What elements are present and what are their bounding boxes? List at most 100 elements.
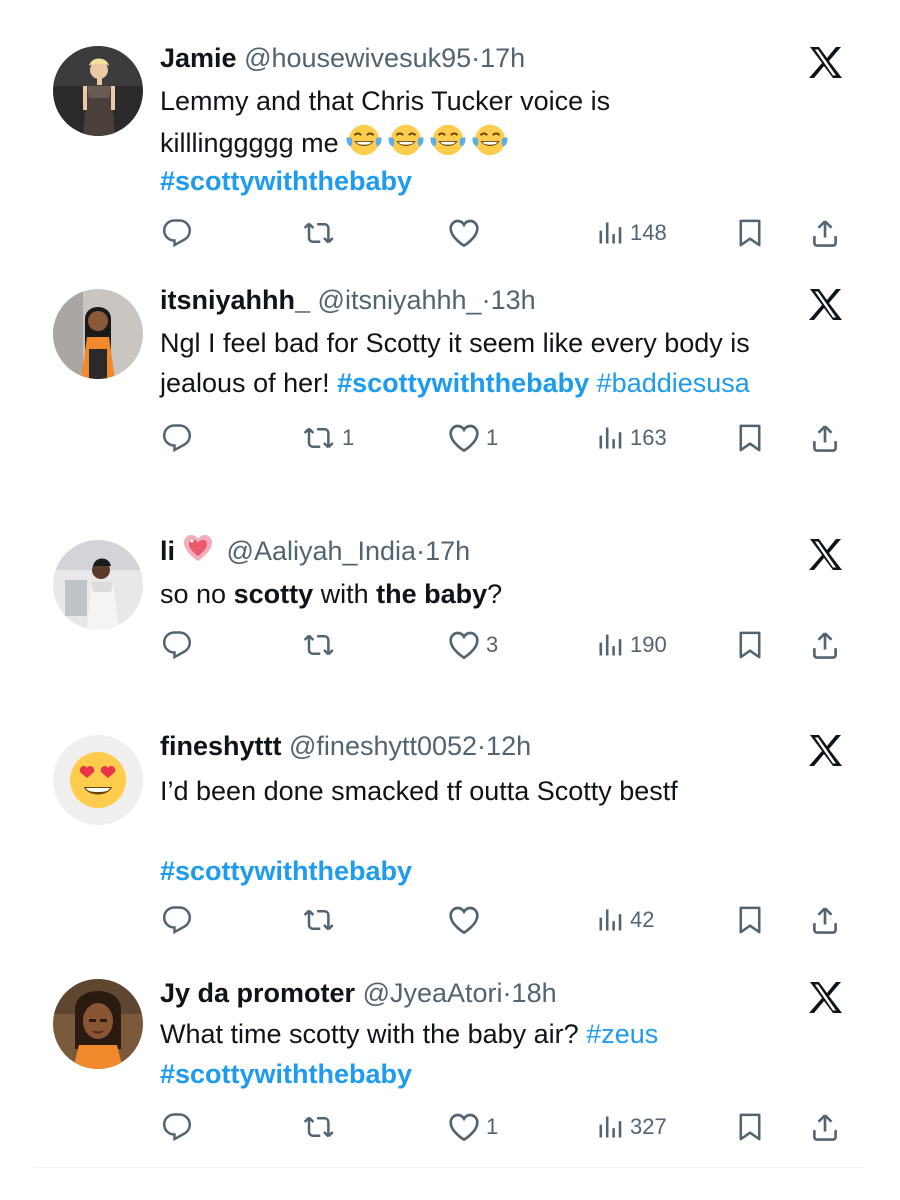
timestamp[interactable]: 12h	[486, 731, 531, 761]
tweet-header: li @Aaliyah_India·17h	[160, 532, 470, 568]
heart-icon	[448, 1112, 480, 1142]
reply-icon	[162, 1112, 192, 1142]
like-button[interactable]: 3	[448, 625, 498, 665]
tweet-text-line: #scottywiththebaby	[160, 851, 860, 891]
timestamp[interactable]: 17h	[425, 536, 470, 566]
share-button[interactable]	[810, 213, 840, 253]
author-handle[interactable]: @JyeaAtori	[363, 978, 503, 1008]
separator-dot: ·	[416, 536, 426, 566]
views-icon	[596, 631, 624, 659]
retweet-button[interactable]	[302, 213, 342, 253]
share-button[interactable]	[810, 418, 840, 458]
tweet-text-line: What time scotty with the baby air? #zeu…	[160, 1014, 860, 1054]
views-button[interactable]: 163	[596, 418, 667, 458]
timestamp[interactable]: 17h	[480, 43, 525, 73]
author-name[interactable]: itsniyahhh_	[160, 285, 310, 315]
share-icon	[810, 905, 840, 935]
text-segment: killlinggggg me	[160, 128, 339, 158]
tweet-header: Jamie @housewivesuk95·17h	[160, 40, 525, 76]
bookmark-button[interactable]	[736, 625, 764, 665]
avatar[interactable]	[53, 540, 143, 630]
text-segment: Ngl I feel bad for Scotty it seem like e…	[160, 328, 750, 358]
author-handle[interactable]: @Aaliyah_India	[227, 536, 417, 566]
separator-dot: ·	[477, 731, 487, 761]
tweet-text-line: #scottywiththebaby	[160, 1054, 860, 1094]
author-name[interactable]: Jy da promoter	[160, 978, 355, 1008]
author-handle[interactable]: @housewivesuk95	[244, 43, 471, 73]
views-button[interactable]: 148	[596, 213, 667, 253]
retweet-icon	[302, 905, 336, 935]
like-button[interactable]: 1	[448, 1107, 498, 1147]
bookmark-button[interactable]	[736, 1107, 764, 1147]
avatar[interactable]	[53, 46, 143, 136]
heart-icon	[448, 218, 480, 248]
hashtag-link[interactable]: #scottywiththebaby	[160, 856, 412, 886]
tweet-actions: 1 1 163	[0, 418, 900, 458]
tweet-text: so no scotty with the baby?	[160, 574, 860, 614]
author-name[interactable]: li	[160, 536, 175, 566]
face-with-tears-of-joy-icon	[429, 121, 467, 170]
text-segment: ?	[487, 579, 503, 609]
share-icon	[810, 1112, 840, 1142]
reply-button[interactable]	[162, 418, 198, 458]
views-button[interactable]: 327	[596, 1107, 667, 1147]
reply-icon	[162, 905, 192, 935]
feed-divider	[34, 1167, 864, 1168]
tweet-text-line: #scottywiththebaby	[160, 161, 860, 201]
bookmark-button[interactable]	[736, 418, 764, 458]
text-segment: What time scotty with the baby air?	[160, 1019, 587, 1049]
text-segment: jealous of her!	[160, 368, 338, 398]
tweet-header: Jy da promoter @JyeaAtori·18h	[160, 975, 557, 1011]
like-count: 1	[486, 425, 499, 450]
reply-button[interactable]	[162, 213, 198, 253]
face-with-tears-of-joy-icon	[471, 121, 509, 170]
author-name[interactable]: fineshyttt	[160, 731, 282, 761]
retweet-icon	[302, 218, 336, 248]
share-button[interactable]	[810, 900, 840, 940]
hashtag-link[interactable]: #scottywiththebaby	[337, 368, 589, 398]
heart-icon	[448, 423, 480, 453]
author-handle[interactable]: @fineshytt0052	[289, 731, 477, 761]
reply-button[interactable]	[162, 1107, 198, 1147]
reply-button[interactable]	[162, 625, 198, 665]
retweet-button[interactable]: 1	[302, 418, 354, 458]
share-button[interactable]	[810, 625, 840, 665]
views-count: 190	[630, 632, 667, 657]
like-button[interactable]: 1	[448, 418, 498, 458]
like-count: 1	[486, 1114, 499, 1139]
author-name[interactable]: Jamie	[160, 43, 237, 73]
like-button[interactable]	[448, 900, 486, 940]
bookmark-button[interactable]	[736, 213, 764, 253]
bookmark-button[interactable]	[736, 900, 764, 940]
avatar[interactable]	[53, 979, 143, 1069]
bold-text: scotty	[233, 579, 314, 609]
reply-button[interactable]	[162, 900, 198, 940]
hashtag-link[interactable]: #baddiesusa	[589, 368, 750, 398]
views-icon	[596, 424, 624, 452]
share-button[interactable]	[810, 1107, 840, 1147]
timestamp[interactable]: 13h	[491, 285, 536, 315]
tweet-text: Lemmy and that Chris Tucker voice is kill…	[160, 81, 860, 201]
avatar[interactable]	[53, 289, 143, 379]
retweet-icon	[302, 1112, 336, 1142]
views-button[interactable]: 42	[596, 900, 654, 940]
views-icon	[596, 1113, 624, 1141]
author-handle[interactable]: @itsniyahhh_	[318, 285, 482, 315]
like-button[interactable]	[448, 213, 486, 253]
hashtag-link[interactable]: #zeus	[586, 1019, 658, 1049]
retweet-button[interactable]	[302, 1107, 342, 1147]
retweet-button[interactable]	[302, 625, 342, 665]
tweet-header: itsniyahhh_ @itsniyahhh_·13h	[160, 282, 536, 318]
retweet-icon	[302, 423, 336, 453]
avatar[interactable]	[53, 735, 143, 825]
tweet-text-line: I’d been done smacked tf outta Scotty be…	[160, 771, 860, 811]
text-segment: so no	[160, 579, 234, 609]
timestamp[interactable]: 18h	[512, 978, 557, 1008]
heart-icon	[448, 630, 480, 660]
retweet-button[interactable]	[302, 900, 342, 940]
views-icon	[596, 906, 624, 934]
hashtag-link[interactable]: #scottywiththebaby	[160, 166, 412, 196]
hashtag-link[interactable]: #scottywiththebaby	[160, 1059, 412, 1089]
views-button[interactable]: 190	[596, 625, 667, 665]
views-count: 163	[630, 425, 667, 450]
